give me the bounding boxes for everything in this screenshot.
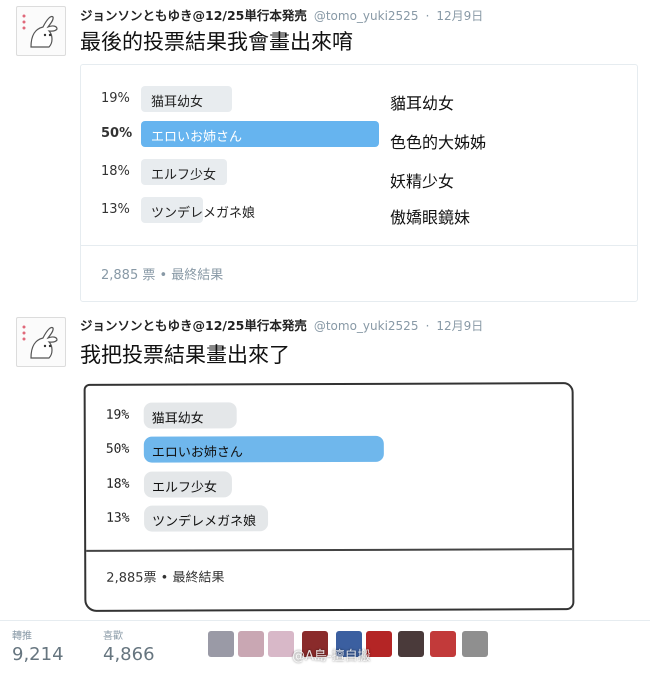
liker-avatar[interactable] [238, 631, 264, 657]
likes-label: 喜歡 [103, 631, 123, 642]
poll-percent: 19% [101, 91, 130, 106]
poll-option: 18% エルフ少女 [81, 159, 637, 187]
poll-card: 19% 猫耳幼女 50% エロいお姉さん 18% エルフ少女 13% ツンデレメ… [80, 64, 638, 302]
poll-divider [81, 245, 637, 246]
tweet-date[interactable]: 12月9日 [436, 319, 483, 333]
translation-text: 貓耳幼女 [390, 94, 455, 113]
poll-divider [86, 548, 573, 552]
avatar[interactable] [16, 6, 66, 56]
drawn-poll-option: 50% エロいお姉さん [86, 435, 566, 465]
retweet-stat[interactable]: 轉推 9,214 [12, 627, 64, 665]
tweet-header: ジョンソンともゆき@12/25単行本発売 @tomo_yuki2525 · 12… [80, 315, 483, 333]
poll-label: エロいお姉さん [151, 130, 243, 145]
poll-label: ツンデレメガネ娘 [151, 206, 256, 221]
poll-option: 19% 猫耳幼女 [81, 86, 637, 114]
poll-percent: 19% [105, 407, 130, 423]
likes-count: 4,866 [103, 644, 155, 665]
translation-text: 傲嬌眼鏡妹 [390, 208, 471, 227]
separator-dot: · [425, 318, 430, 333]
bunny-avatar-icon [22, 14, 58, 48]
bunny-avatar-icon [22, 325, 58, 359]
drawn-poll-option: 19% 猫耳幼女 [86, 401, 566, 431]
retweets-label: 轉推 [12, 631, 32, 642]
drawn-poll-option: 18% エルフ少女 [86, 470, 566, 500]
like-stat[interactable]: 喜歡 4,866 [103, 627, 155, 665]
poll-footer: 2,885 票 • 最終結果 [101, 268, 224, 283]
translation-text: 色色的大姊姊 [390, 133, 487, 152]
poll-percent: 18% [101, 164, 130, 179]
tweet-2: ジョンソンともゆき@12/25単行本発売 @tomo_yuki2525 · 12… [0, 310, 650, 612]
tweet-stats: 轉推 9,214 喜歡 4,866 @A島-擅自搬 [0, 620, 650, 679]
tweet-text: 最後的投票結果我會畫出來唷 [80, 30, 353, 54]
drawn-poll-option: 13% ツンデレメガネ娘 [86, 504, 566, 534]
poll-percent: 13% [106, 510, 130, 526]
poll-percent: 18% [105, 476, 130, 492]
liker-avatar[interactable] [268, 631, 294, 657]
tweet-1: ジョンソンともゆき@12/25単行本発売 @tomo_yuki2525 · 12… [0, 0, 650, 305]
tweet-text: 我把投票結果畫出來了 [80, 343, 290, 367]
poll-option: 50% エロいお姉さん [81, 121, 637, 149]
poll-label: ツンデレメガネ娘 [152, 514, 257, 530]
poll-option: 13% ツンデレメガネ娘 [81, 197, 637, 225]
liker-avatar[interactable] [462, 631, 488, 657]
watermark: @A島-擅自搬 [292, 649, 371, 664]
poll-label: エルフ少女 [151, 168, 217, 183]
tweet-date[interactable]: 12月9日 [436, 9, 483, 23]
liker-avatar[interactable] [208, 631, 234, 657]
translation-text: 妖精少女 [390, 172, 455, 191]
author-handle[interactable]: @tomo_yuki2525 [314, 9, 419, 23]
avatar[interactable] [16, 317, 66, 367]
author-name[interactable]: ジョンソンともゆき@12/25単行本発売 [80, 8, 307, 23]
retweets-count: 9,214 [12, 644, 64, 665]
hand-drawn-poll: 19% 猫耳幼女 50% エロいお姉さん 18% エルフ少女 13% ツンデレメ… [83, 382, 575, 612]
poll-percent: 50% [105, 441, 130, 457]
liker-avatar[interactable] [398, 631, 424, 657]
poll-footer: 2,885票 • 最終結果 [106, 570, 225, 586]
poll-label: 猫耳幼女 [151, 411, 204, 427]
liker-avatar[interactable] [430, 631, 456, 657]
poll-percent: 13% [101, 202, 130, 217]
poll-label: エルフ少女 [151, 480, 218, 496]
author-handle[interactable]: @tomo_yuki2525 [314, 319, 419, 333]
poll-label: エロいお姉さん [151, 445, 243, 461]
author-name[interactable]: ジョンソンともゆき@12/25単行本発売 [80, 318, 307, 333]
tweet-header: ジョンソンともゆき@12/25単行本発売 @tomo_yuki2525 · 12… [80, 5, 483, 23]
separator-dot: · [425, 8, 430, 23]
poll-label: 猫耳幼女 [151, 95, 204, 110]
poll-percent: 50% [101, 126, 133, 141]
